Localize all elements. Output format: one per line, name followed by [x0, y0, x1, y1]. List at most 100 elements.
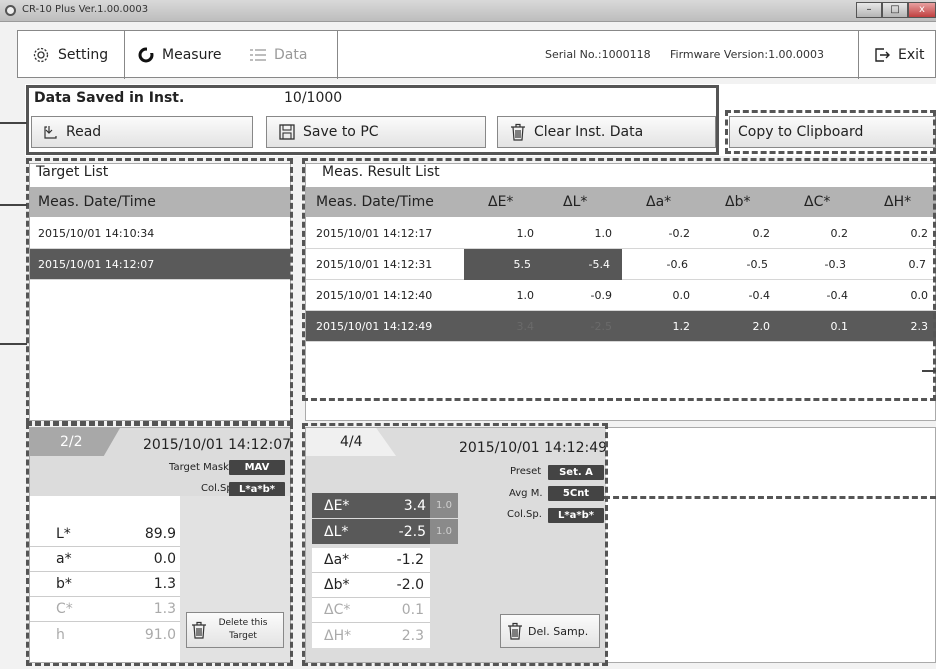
result-dc: -0.4 [826, 288, 848, 302]
callout-leader [0, 204, 27, 206]
value-number: 1.3 [153, 576, 176, 592]
result-list-title: Meas. Result List [322, 164, 440, 180]
col-header-da[interactable]: Δa* [646, 194, 671, 210]
result-dl: 1.0 [594, 226, 613, 240]
delete-target-button[interactable]: Delete this Target [186, 612, 284, 648]
app-icon [5, 5, 16, 16]
value-label: Δb* [324, 577, 350, 593]
callout-leader [604, 496, 936, 499]
serial-number: Serial No.:1000118 [545, 48, 651, 61]
result-db: -0.4 [748, 288, 770, 302]
col-header-dh[interactable]: ΔH* [884, 194, 911, 210]
avg-badge: 5Cnt [548, 486, 604, 501]
sample-value-row-fail: ΔL* -2.5 1.0 [312, 519, 458, 544]
copy-to-clipboard-button[interactable]: Copy to Clipboard [729, 116, 936, 148]
read-icon [44, 126, 57, 139]
target-mask-badge: MAV [229, 460, 285, 475]
sample-value-row: ΔH* 2.3 [312, 623, 430, 648]
sample-colsp-label: Col.Sp. [507, 509, 542, 520]
exit-button[interactable]: Exit [874, 31, 925, 79]
tab-data[interactable]: Data [250, 31, 307, 79]
result-de: 3.4 [516, 319, 535, 333]
result-datetime: 2015/10/01 14:12:49 [316, 319, 433, 333]
read-button[interactable]: Read [31, 116, 253, 148]
result-da: 1.2 [672, 319, 691, 333]
col-header-de[interactable]: ΔE* [488, 194, 513, 210]
exit-label: Exit [898, 47, 925, 63]
result-row[interactable]: 2015/10/01 14:12:17 1.0 1.0 -0.2 0.2 0.2… [306, 218, 936, 249]
value-number: -1.2 [396, 552, 424, 568]
title-bar: CR-10 Plus Ver.1.00.0003 – □ x [0, 0, 936, 22]
tab-measure[interactable]: Measure [138, 31, 222, 79]
delete-target-label: Delete this Target [218, 618, 268, 641]
col-header-db[interactable]: Δb* [725, 194, 750, 210]
saved-count: 10/1000 [284, 90, 343, 106]
result-dc: 0.1 [830, 319, 849, 333]
callout-leader [0, 122, 27, 124]
trash-icon [508, 622, 522, 640]
callout-leader [0, 343, 27, 345]
value-label: Δa* [324, 552, 350, 568]
result-row[interactable]: 2015/10/01 14:12:40 1.0 -0.9 0.0 -0.4 -0… [306, 280, 936, 311]
result-list-header: Meas. Date/Time ΔE* ΔL* Δa* Δb* ΔC* ΔH* [306, 187, 936, 217]
col-header-dc[interactable]: ΔC* [804, 194, 830, 210]
tab-setting-label: Setting [58, 47, 109, 63]
value-label: ΔC* [324, 602, 351, 618]
maximize-button[interactable]: □ [882, 2, 908, 18]
value-number: 1.3 [153, 601, 176, 617]
col-header-dl[interactable]: ΔL* [563, 194, 587, 210]
trash-icon [192, 621, 206, 639]
value-number: -2.5 [398, 523, 426, 540]
result-dl-fail: -5.4 [543, 248, 622, 280]
result-da: -0.2 [668, 226, 690, 240]
target-value-row: h 91.0 [30, 622, 180, 647]
callout-leader [922, 370, 936, 372]
gear-icon [33, 47, 49, 63]
value-number: 89.9 [144, 526, 176, 542]
avg-label: Avg M. [509, 488, 543, 499]
delete-sample-button[interactable]: Del. Samp. [500, 614, 600, 648]
list-icon [250, 49, 266, 61]
sample-value-row-fail: ΔE* 3.4 1.0 [312, 493, 458, 518]
result-de-fail: 5.5 [464, 248, 543, 280]
target-row[interactable]: 2015/10/01 14:10:34 [30, 218, 290, 249]
tab-setting[interactable]: Setting [32, 31, 108, 79]
value-label: h [56, 626, 65, 643]
tolerance-value: 1.0 [430, 519, 458, 544]
sample-colsp-badge: L*a*b* [548, 508, 604, 523]
value-label: b* [56, 576, 72, 592]
result-dc: -0.3 [824, 257, 846, 271]
minimize-button[interactable]: – [856, 2, 882, 18]
value-number: 3.4 [403, 497, 426, 514]
target-row-selected[interactable]: 2015/10/01 14:12:07 [30, 249, 290, 280]
result-row[interactable]: 2015/10/01 14:12:31 5.5 -5.4 -0.6 -0.5 -… [306, 248, 936, 280]
result-datetime: 2015/10/01 14:12:17 [316, 226, 433, 240]
tab-measure-label: Measure [162, 47, 222, 63]
close-window-button[interactable]: x [908, 2, 936, 18]
result-db: -0.5 [746, 257, 768, 271]
sample-value-row: ΔC* 0.1 [312, 598, 430, 623]
result-dh: 0.0 [910, 288, 929, 302]
preset-label: Preset [510, 466, 542, 477]
value-label: ΔL* [324, 523, 349, 540]
target-value-row: a* 0.0 [30, 547, 180, 572]
value-number: 2.3 [401, 627, 424, 644]
result-dc: 0.2 [830, 226, 849, 240]
value-number: 91.0 [144, 626, 176, 643]
result-dh: 0.2 [910, 226, 929, 240]
save-to-pc-label: Save to PC [303, 124, 379, 140]
measure-icon [138, 47, 154, 63]
result-dh: 0.7 [908, 257, 927, 271]
target-value-row: b* 1.3 [30, 572, 180, 597]
value-label: C* [56, 601, 73, 617]
result-dl: -0.9 [590, 288, 612, 302]
value-number: -2.0 [396, 577, 424, 593]
save-to-pc-button[interactable]: Save to PC [266, 116, 486, 148]
result-row-selected[interactable]: 2015/10/01 14:12:49 3.4 -2.5 1.2 2.0 0.1… [306, 311, 936, 342]
sample-index: 4/4 [340, 434, 363, 450]
col-header-datetime[interactable]: Meas. Date/Time [316, 194, 434, 210]
exit-icon [875, 48, 890, 62]
save-icon [279, 124, 295, 140]
preset-badge: Set. A [548, 465, 604, 480]
clear-inst-data-button[interactable]: Clear Inst. Data [497, 116, 716, 148]
